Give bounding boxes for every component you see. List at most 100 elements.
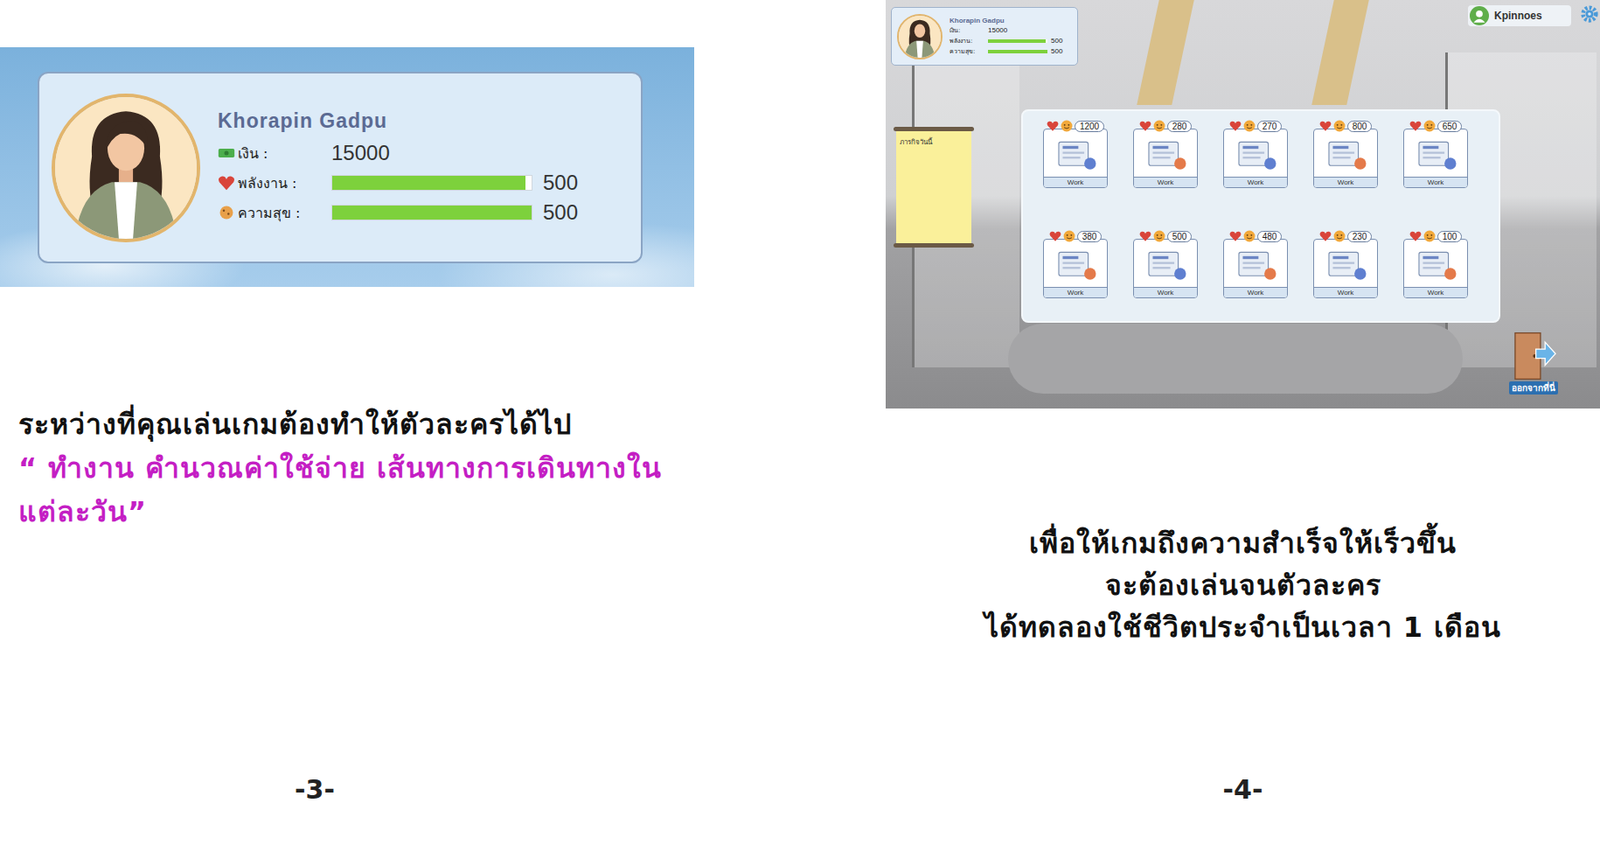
smile-icon — [1243, 229, 1256, 243]
game-screenshot: Khorapin Gadpuเงิน:15000พลังงาน:500ความส… — [885, 0, 1600, 409]
heart-icon — [217, 174, 236, 191]
job-label: Work — [1404, 286, 1468, 298]
player-name: Khorapin Gadpu — [217, 109, 578, 133]
job-cost: 280 — [1139, 119, 1193, 133]
smile-icon — [1333, 119, 1346, 133]
job-cost: 800 — [1319, 119, 1373, 133]
avatar-icon — [51, 93, 201, 243]
job-label: Work — [1224, 286, 1287, 298]
job-illustration-icon — [1140, 134, 1190, 177]
mini-profile-card: Khorapin Gadpuเงิน:15000พลังงาน:500ความส… — [890, 6, 1079, 66]
job-illustration-icon — [1231, 134, 1280, 177]
job-card[interactable]: 270 Work — [1224, 119, 1287, 199]
job-cost: 100 — [1409, 229, 1463, 243]
stat-label: พลังงาน : — [217, 172, 321, 195]
heart-icon — [1229, 229, 1242, 243]
heart-icon — [1139, 229, 1152, 243]
job-label: Work — [1133, 176, 1197, 188]
page-4: Khorapin Gadpuเงิน:15000พลังงาน:500ความส… — [885, 0, 1600, 859]
caption: เพื่อให้เกมถึงความสำเร็จให้เร็วขึ้นจะต้อ… — [885, 408, 1600, 648]
money-row: เงิน :15000 — [217, 139, 578, 167]
heart-icon — [1046, 119, 1059, 133]
heart-icon — [1319, 229, 1332, 243]
stat-bar — [331, 174, 533, 191]
job-label: Work — [1224, 176, 1287, 188]
job-card[interactable]: 500Work — [1133, 229, 1197, 309]
job-card[interactable]: 480 Work — [1224, 229, 1287, 309]
job-cost: 270 — [1229, 119, 1283, 133]
profile-card: Khorapin Gadpu เงิน :15000 พลังงาน :500 … — [37, 71, 643, 264]
job-cost: 480 — [1229, 229, 1283, 243]
job-card[interactable]: 1200 Work — [1043, 119, 1107, 199]
job-label: Work — [1133, 286, 1197, 298]
heart-icon — [1319, 119, 1332, 133]
stat-bar — [331, 204, 533, 221]
job-label: Work — [1314, 176, 1378, 188]
manual-spread: Khorapin Gadpu เงิน :15000 พลังงาน :500 … — [0, 0, 1600, 859]
job-illustration-icon — [1050, 134, 1100, 177]
caption-intro: ระหว่างที่คุณเล่นเกมต้องทำให้ตัวละครได้ไ… — [18, 402, 700, 446]
tasks-scroll[interactable]: ภารกิจวันนี้ — [893, 126, 974, 248]
cookie-icon — [217, 204, 236, 221]
stat-row: ความสุข : 500 — [217, 199, 578, 226]
stat-bar — [987, 39, 1048, 43]
page-number: -3- — [0, 773, 630, 859]
stat-value: 500 — [542, 170, 578, 195]
floor-rug — [1008, 323, 1463, 394]
player-name: Khorapin Gadpu — [949, 16, 1063, 25]
money-icon — [217, 145, 236, 161]
job-card[interactable]: 230 Work — [1314, 229, 1378, 309]
job-card[interactable]: 280 Work — [1133, 119, 1197, 199]
job-label: Work — [1043, 286, 1107, 298]
caption-line: ได้ทดลองใช้ชีวิตประจำเป็นเวลา 1 เดือน — [885, 605, 1600, 648]
job-illustration-icon — [1411, 134, 1461, 177]
stat-row: พลังงาน:500 — [949, 35, 1063, 46]
jobs-panel: 1200 Work 280 Work 270 Work 800 Work 650 Work 380 W… — [1021, 109, 1501, 323]
profile-screenshot: Khorapin Gadpu เงิน :15000 พลังงาน :500 … — [0, 47, 695, 287]
job-cost: 650 — [1409, 119, 1463, 133]
smile-icon — [1153, 229, 1166, 243]
heart-icon — [1229, 119, 1242, 133]
job-card[interactable]: 800 Work — [1314, 119, 1378, 199]
job-cost: 380 — [1049, 229, 1103, 243]
stat-row: พลังงาน : 500 — [217, 169, 578, 196]
job-illustration-icon — [1321, 134, 1371, 177]
heart-icon — [1409, 119, 1422, 133]
avatar-icon — [897, 13, 943, 60]
smile-icon — [1423, 119, 1436, 133]
smile-icon — [1063, 229, 1076, 243]
stat-value: 500 — [542, 200, 578, 225]
stat-bar — [987, 49, 1048, 54]
job-cost: 1200 — [1046, 119, 1105, 133]
job-card[interactable]: 650 Work — [1404, 119, 1468, 199]
caption-line: จะต้องเล่นจนตัวละคร — [885, 563, 1600, 606]
job-label: Work — [1043, 176, 1107, 188]
caption: ระหว่างที่คุณเล่นเกมต้องทำให้ตัวละครได้ไ… — [0, 286, 700, 534]
page-3: Khorapin Gadpu เงิน :15000 พลังงาน :500 … — [0, 0, 886, 859]
stat-row: ความสุข:500 — [949, 46, 1063, 56]
job-illustration-icon — [1231, 244, 1280, 287]
profile-info: Khorapin Gadpu เงิน :15000 พลังงาน :500 … — [217, 109, 578, 226]
smile-icon — [1243, 119, 1256, 133]
stat-label: ความสุข : — [217, 201, 321, 224]
user-icon — [1469, 6, 1489, 26]
page-number: -4- — [885, 773, 1600, 859]
smile-icon — [1153, 119, 1166, 133]
door-icon — [1508, 330, 1559, 382]
job-label: Work — [1404, 176, 1468, 188]
user-badge[interactable]: Kpinnoes — [1467, 5, 1572, 27]
heart-icon — [1049, 229, 1062, 243]
heart-icon — [1409, 229, 1422, 243]
job-card[interactable]: 100 Work — [1404, 229, 1468, 309]
job-illustration-icon — [1411, 244, 1461, 287]
job-label: Work — [1314, 286, 1378, 298]
caption-highlight: “ ทำงาน คำนวณค่าใช้จ่าย เส้นทางการเดินทา… — [18, 445, 700, 534]
gear-icon[interactable] — [1579, 4, 1600, 24]
job-cost: 230 — [1319, 229, 1373, 243]
smile-icon — [1333, 229, 1346, 243]
exit-button[interactable]: ออกจากที่นี่ — [1508, 330, 1559, 395]
job-card[interactable]: 380 Work — [1043, 229, 1107, 309]
money-row: เงิน:15000 — [949, 25, 1063, 35]
smile-icon — [1060, 119, 1073, 133]
job-illustration-icon — [1140, 244, 1190, 287]
